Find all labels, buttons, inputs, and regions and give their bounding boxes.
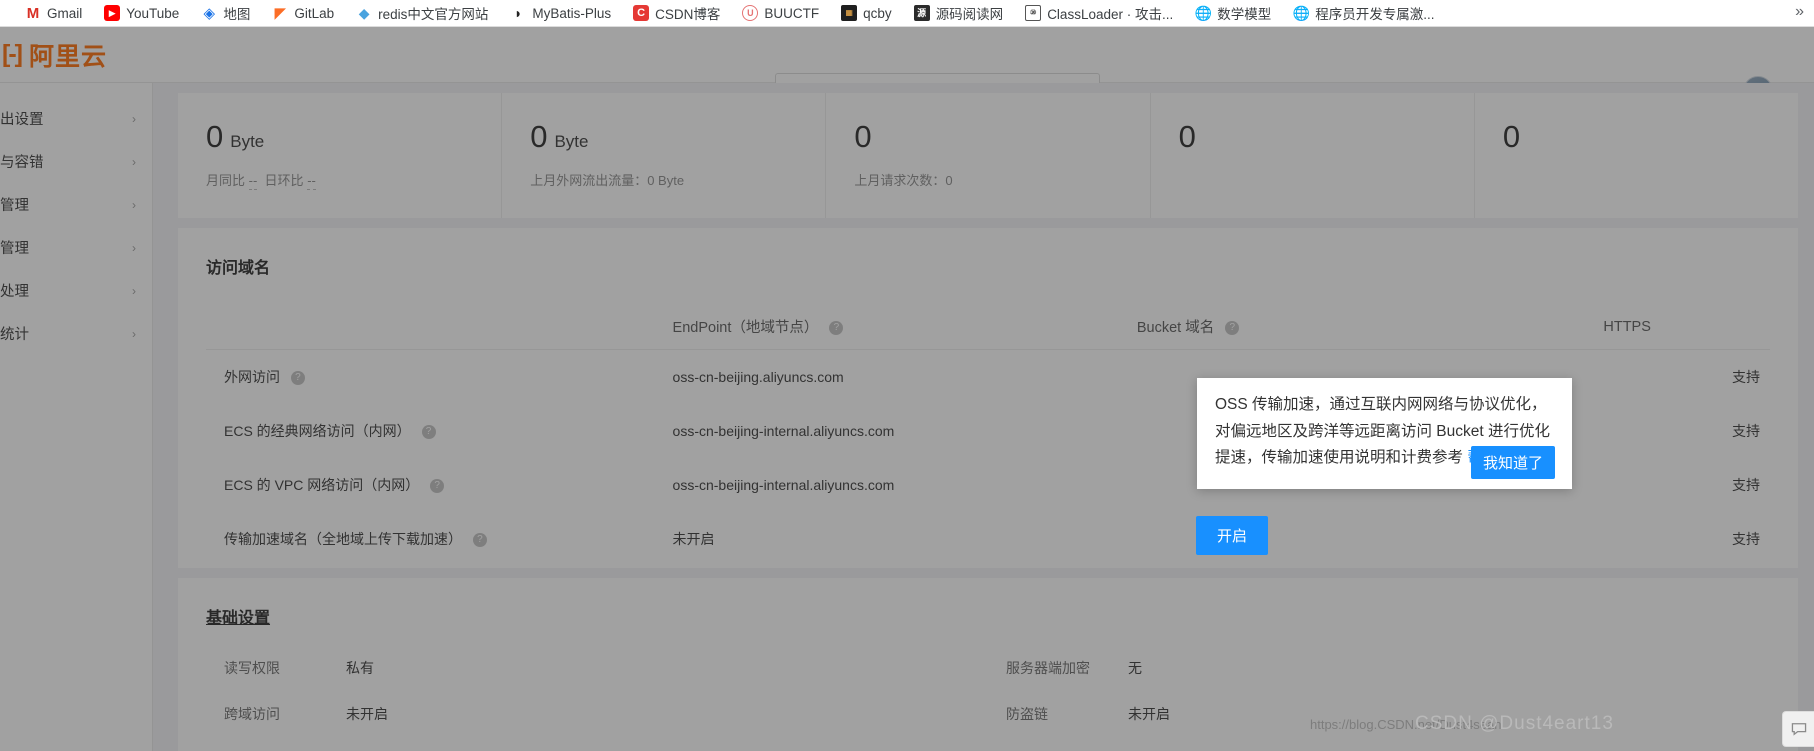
youtube-icon: ▶ [104,5,121,21]
bookmark-item[interactable]: U BUUCTF [731,2,830,24]
google-maps-icon: ◈ [203,4,216,22]
bookmark-label: GitLab [294,5,335,21]
popover-line-2: 对偏远地区及跨洋等远距离访问 Bucket 进行优化 [1215,422,1550,440]
transfer-acceleration-popover: OSS 传输加速，通过互联内网网络与协议优化， 对偏远地区及跨洋等远距离访问 B… [1197,378,1572,489]
bookmark-item[interactable]: C CSDN博客 [622,2,731,24]
enable-transfer-acceleration-button[interactable]: 开启 [1196,516,1269,555]
csdn-icon: C [633,5,650,21]
bookmark-label: YouTube [126,5,180,21]
gmail-icon: M [26,4,40,22]
mybatis-plus-icon: ◗ [514,5,523,21]
classloader-icon: ⑩ [1025,5,1042,21]
bookmark-label: 程序员开发专属激... [1315,7,1435,22]
bookmark-item[interactable]: ◈ 地图 [190,2,261,24]
popover-line-1: OSS 传输加速，通过互联内网网络与协议优化， [1215,396,1547,413]
buuctf-icon: U [742,5,759,21]
popover-acknowledge-button[interactable]: 我知道了 [1470,446,1555,479]
bookmark-label: 数学模型 [1217,7,1272,22]
bookmark-item[interactable]: M Gmail [14,2,93,24]
bookmark-label: BUUCTF [764,5,820,21]
bookmark-item[interactable]: ⑩ ClassLoader · 攻击... [1014,2,1184,24]
bookmark-item[interactable]: ▶ YouTube [93,2,190,24]
watermark-csdn: CSDN @Dust4eart13 [1415,713,1614,734]
bookmark-item[interactable]: ▦ qcby [830,2,903,24]
bookmark-item[interactable]: ◆ redis中文官方网站 [345,2,499,24]
source-reading-icon: 源 [913,5,930,21]
bookmark-label: 源码阅读网 [935,7,1004,22]
popover-line-3-pre: 提速，传输加速使用说明和计费参考 [1215,449,1468,467]
bookmark-label: MyBatis-Plus [532,5,612,21]
bookmarks-overflow-button[interactable]: » [1795,3,1804,21]
feedback-glyph [1791,723,1806,736]
bookmark-label: 地图 [223,7,251,22]
feedback-icon[interactable] [1782,711,1814,747]
bookmark-label: CSDN博客 [655,7,721,22]
bookmark-item[interactable]: 🌐 数学模型 [1184,2,1282,24]
gitlab-icon: ◤ [274,4,287,22]
bookmark-item[interactable]: 源 源码阅读网 [903,2,1015,24]
browser-bookmarks-bar: M Gmail ▶ YouTube ◈ 地图 ◤ GitLab ◆ redis中… [0,0,1814,27]
globe-icon: 🌐 [1194,5,1212,21]
bookmark-item[interactable]: ◗ MyBatis-Plus [499,2,622,24]
bookmark-label: Gmail [47,5,83,21]
bookmark-label: qcby [863,5,892,21]
globe-icon: 🌐 [1292,5,1310,21]
bookmark-item[interactable]: 🌐 程序员开发专属激... [1282,2,1445,24]
bookmark-label: ClassLoader · 攻击... [1047,7,1174,22]
console-page: [-] 阿里云 费用 工单 备案 企业 支持 官网 [0,27,1814,751]
redis-icon: ◆ [358,5,370,21]
qcby-icon: ▦ [841,5,858,21]
bookmark-label: redis中文官方网站 [378,7,489,22]
bookmark-item[interactable]: ◤ GitLab [261,2,345,24]
